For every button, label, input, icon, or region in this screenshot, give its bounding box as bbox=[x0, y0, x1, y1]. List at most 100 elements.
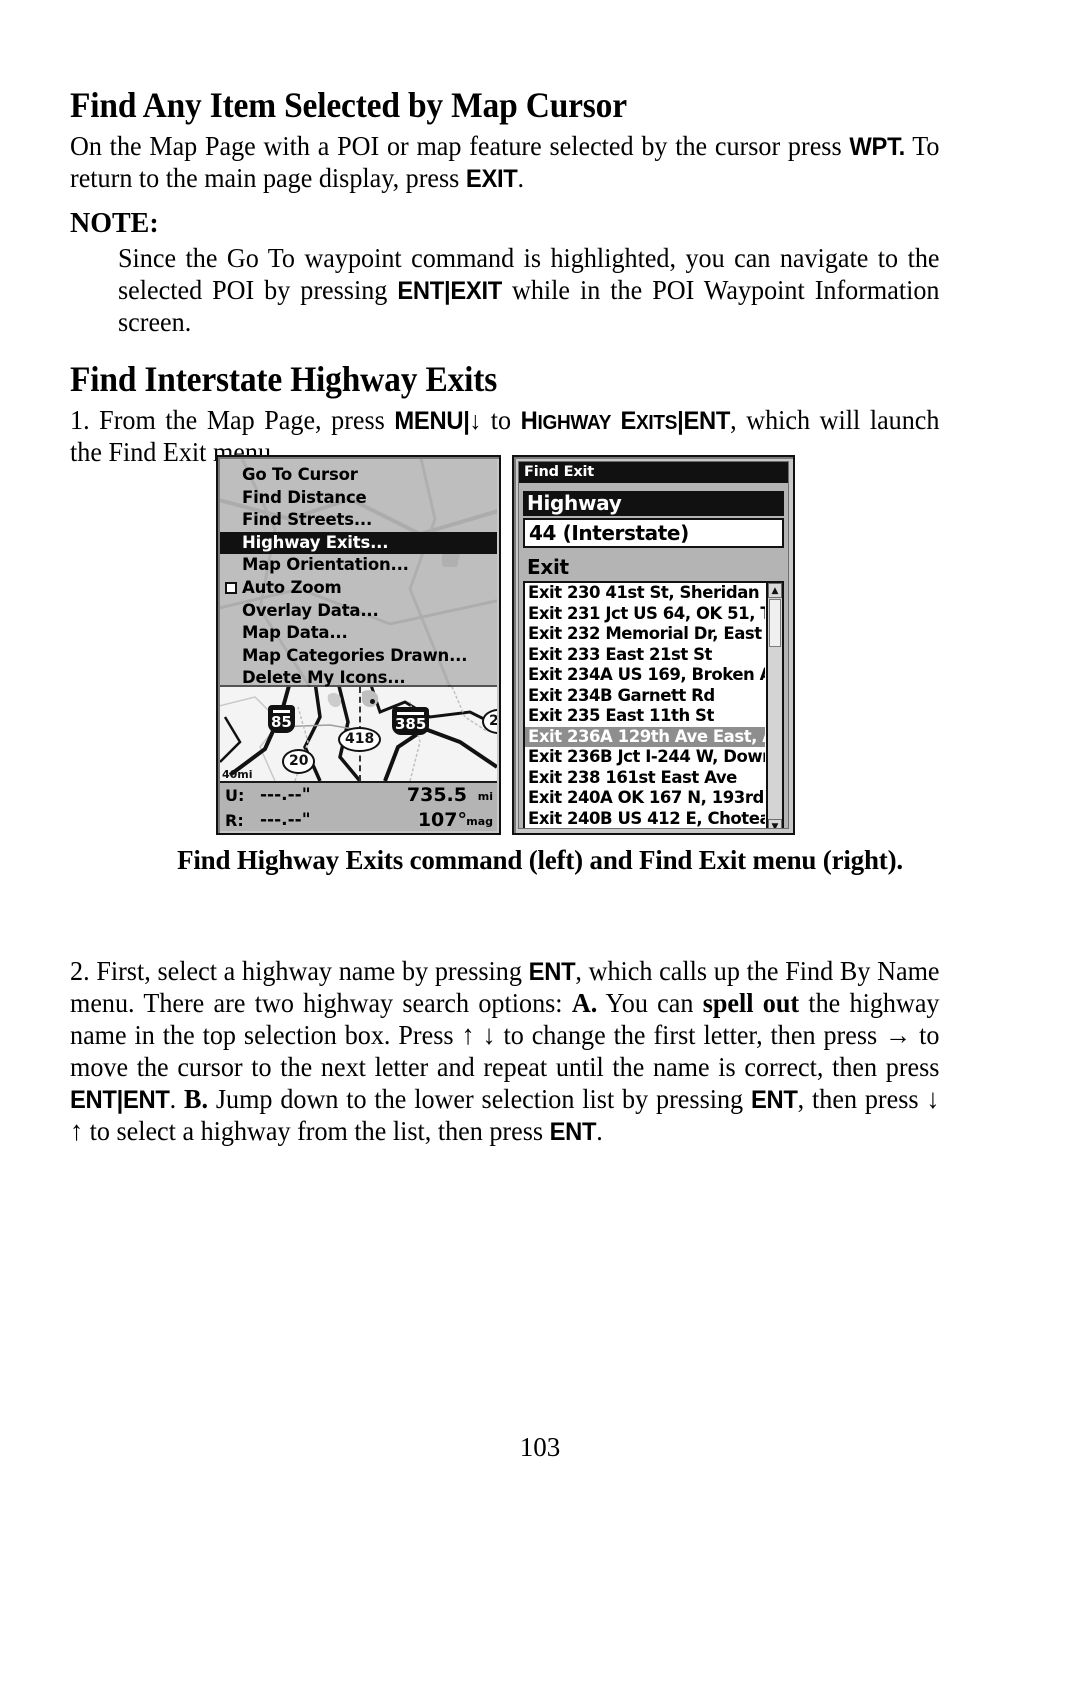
step2-text-e: . bbox=[169, 1082, 185, 1114]
list-item[interactable]: Exit 234B Garnett Rd bbox=[525, 686, 765, 707]
step1-text-2: to bbox=[481, 403, 521, 435]
menu-item-label: Overlay Data... bbox=[242, 600, 379, 620]
list-item[interactable]: Exit 236B Jct I-244 W, Downtow bbox=[525, 747, 765, 768]
map-view[interactable]: 85 418 385 20 22 bbox=[220, 687, 497, 781]
menu-item-find-distance[interactable]: Find Distance bbox=[220, 487, 497, 510]
key-he-xits: XITS bbox=[636, 411, 678, 434]
menu-item-label: Map Data... bbox=[242, 623, 348, 643]
list-item[interactable]: Exit 233 East 21st St bbox=[525, 645, 765, 666]
menu-item-label: Auto Zoom bbox=[242, 577, 342, 597]
data-label-r: R: bbox=[225, 811, 244, 830]
page-number: 103 bbox=[519, 1432, 561, 1462]
menu-item-map-categories-drawn[interactable]: Map Categories Drawn... bbox=[220, 645, 497, 668]
menu-item-label: Find Distance bbox=[242, 487, 367, 507]
menu-item-highway-exits[interactable]: Highway Exits... bbox=[220, 531, 497, 555]
data-value-r: ---.--" bbox=[260, 810, 311, 830]
key-he-ent: |ENT bbox=[677, 406, 731, 435]
right-device-screenshot: Find Exit Highway 44 (Interstate) Exit E… bbox=[512, 455, 795, 835]
manual-page: Find Any Item Selected by Map Cursor On … bbox=[0, 0, 1080, 1682]
menu-item-label: Highway Exits... bbox=[242, 532, 389, 552]
distance-unit: mi bbox=[477, 790, 493, 803]
screenshot-pair: Go To Cursor Find Distance Find Streets.… bbox=[216, 455, 796, 837]
highway-field-label: Highway bbox=[523, 491, 784, 516]
key-ent-1: ENT bbox=[528, 958, 576, 986]
menu-item-auto-zoom[interactable]: Auto Zoom bbox=[220, 577, 497, 600]
lower-content: 2. First, select a highway name by press… bbox=[70, 955, 940, 1147]
note-body: Since the Go To waypoint command is high… bbox=[118, 242, 940, 338]
intro-text-3: . bbox=[517, 161, 525, 193]
shield-number: 418 bbox=[345, 731, 375, 747]
step1-text-1: 1. From the Map Page, press bbox=[70, 403, 395, 435]
key-ent-ent: ENT|ENT bbox=[70, 1085, 170, 1114]
menu-item-label: Map Orientation... bbox=[242, 555, 409, 575]
list-item[interactable]: Exit 230 41st St, Sheridan Rd bbox=[525, 583, 765, 604]
exit-list-container[interactable]: Exit 230 41st St, Sheridan Rd Exit 231 J… bbox=[523, 581, 784, 829]
key-menu-down: MENU|↓ bbox=[394, 406, 482, 435]
menu-item-label: Find Streets... bbox=[242, 510, 373, 530]
distance-value: 735.5 bbox=[406, 784, 467, 806]
data-row-r: R: ---.--" 107° mag bbox=[220, 808, 497, 831]
highway-field-value[interactable]: 44 (Interstate) bbox=[523, 518, 784, 548]
step2-text-c: You can bbox=[597, 987, 703, 1018]
navigation-data-bar: U: ---.--" 735.5 mi R: ---.--" 107° mag bbox=[220, 781, 497, 831]
note-paragraph: Since the Go To waypoint command is high… bbox=[118, 242, 939, 338]
auto-zoom-checkbox[interactable] bbox=[225, 581, 237, 594]
option-label-b: B. bbox=[184, 1082, 209, 1114]
key-wpt: WPT. bbox=[849, 132, 905, 161]
left-device-screenshot: Go To Cursor Find Distance Find Streets.… bbox=[216, 455, 501, 835]
page-title: Find Any Item Selected by Map Cursor bbox=[70, 85, 627, 125]
key-ent-3: ENT bbox=[549, 1117, 597, 1146]
list-item[interactable]: Exit 238 161st East Ave bbox=[525, 768, 765, 789]
menu-item-go-to-cursor[interactable]: Go To Cursor bbox=[220, 464, 497, 487]
data-value-u: ---.--" bbox=[260, 785, 311, 805]
key-exit: EXIT bbox=[465, 164, 518, 193]
menu-item-map-orientation[interactable]: Map Orientation... bbox=[220, 554, 497, 577]
exit-list-label: Exit bbox=[527, 555, 569, 579]
list-item[interactable]: Exit 240B US 412 E, Choteau, Silo bbox=[525, 809, 765, 829]
map-menu-list: Go To Cursor Find Distance Find Streets.… bbox=[220, 459, 497, 690]
scroll-up-arrow-icon[interactable]: ▲ bbox=[768, 583, 782, 598]
figure-caption: Find Highway Exits command (left) and Fi… bbox=[177, 845, 903, 875]
bearing-value: 107° bbox=[417, 809, 467, 831]
emphasis-spell-out: spell out bbox=[702, 987, 800, 1018]
intro-text-1: On the Map Page with a POI or map featur… bbox=[70, 129, 850, 161]
shield-number: 385 bbox=[395, 715, 427, 733]
bearing-unit: mag bbox=[466, 815, 493, 828]
shield-418: 418 bbox=[338, 727, 382, 752]
menu-item-find-streets[interactable]: Find Streets... bbox=[220, 509, 497, 532]
key-he-h: H bbox=[520, 406, 538, 435]
exit-list-scrollbar[interactable]: ▲ ▼ bbox=[766, 583, 782, 828]
shield-number: 85 bbox=[271, 713, 292, 731]
map-menu-panel: Go To Cursor Find Distance Find Streets.… bbox=[220, 459, 497, 687]
note-label: NOTE: bbox=[70, 207, 159, 239]
key-highway-exits: HIGHWAY EXITS|ENT bbox=[521, 407, 731, 435]
menu-item-label: Delete My Icons... bbox=[242, 668, 406, 688]
key-ent-2: ENT bbox=[750, 1085, 798, 1114]
shield-i385: 385 bbox=[392, 707, 430, 735]
step2-text-f: Jump down to the lower selection list by… bbox=[208, 1082, 751, 1114]
menu-item-label: Map Categories Drawn... bbox=[242, 645, 468, 665]
list-item-selected[interactable]: Exit 236A 129th Ave East, Admi bbox=[525, 726, 765, 747]
scroll-down-arrow-icon[interactable]: ▼ bbox=[768, 819, 782, 828]
key-he-e: E bbox=[611, 406, 637, 435]
key-ent-exit: ENT|EXIT bbox=[397, 276, 503, 305]
exit-list: Exit 230 41st St, Sheridan Rd Exit 231 J… bbox=[525, 583, 765, 829]
list-item[interactable]: Exit 231 Jct US 64, OK 51, Tulsa, bbox=[525, 604, 765, 625]
map-scale-label: 40mi bbox=[222, 768, 253, 781]
list-item[interactable]: Exit 234A US 169, Broken Arrow bbox=[525, 665, 765, 686]
data-label-u: U: bbox=[225, 786, 245, 805]
step-2-paragraph: 2. First, select a highway name by press… bbox=[70, 955, 939, 1147]
menu-item-overlay-data[interactable]: Overlay Data... bbox=[220, 600, 497, 623]
shield-number: 22 bbox=[489, 713, 497, 729]
step2-text-h: . bbox=[596, 1114, 603, 1146]
list-item[interactable]: Exit 235 East 11th St bbox=[525, 706, 765, 727]
shield-i85: 85 bbox=[268, 705, 295, 733]
shield-number: 20 bbox=[289, 753, 309, 769]
option-label-a: A. bbox=[571, 987, 598, 1018]
menu-item-map-data[interactable]: Map Data... bbox=[220, 622, 497, 645]
intro-paragraph: On the Map Page with a POI or map featur… bbox=[70, 130, 939, 194]
scrollbar-thumb[interactable] bbox=[769, 599, 781, 647]
list-item[interactable]: Exit 240A OK 167 N, 193rd East A bbox=[525, 788, 765, 809]
list-item[interactable]: Exit 232 Memorial Dr, East 31st S bbox=[525, 624, 765, 645]
map-poi-dot bbox=[370, 699, 375, 704]
